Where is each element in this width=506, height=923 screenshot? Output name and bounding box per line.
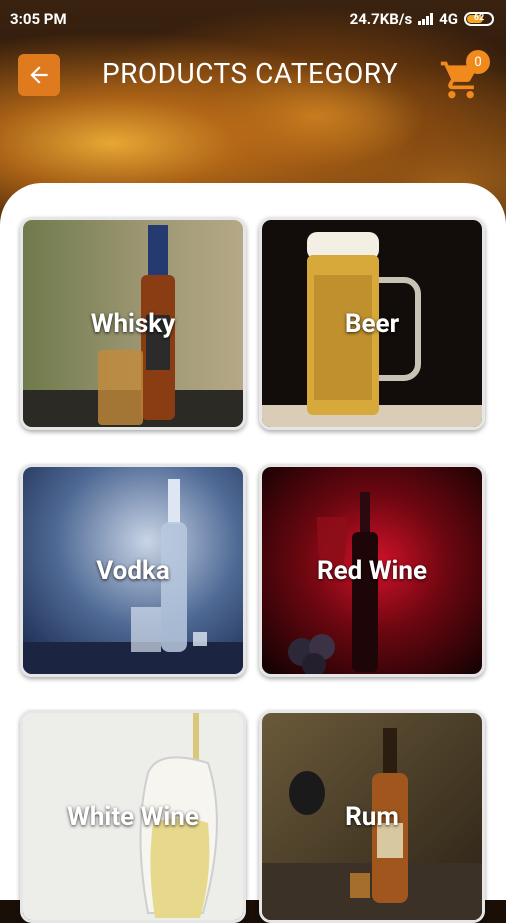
category-card-beer[interactable]: Beer — [259, 217, 485, 430]
category-card-red-wine[interactable]: Red Wine — [259, 464, 485, 677]
battery-level: 62 — [473, 13, 485, 23]
category-card-vodka[interactable]: Vodka — [20, 464, 246, 677]
status-right: 24.7KB/s 4G 62 — [350, 10, 494, 28]
category-label: Whisky — [90, 308, 176, 339]
arrow-left-icon — [30, 66, 48, 84]
category-panel: Whisky Beer Vodka Red Wine White Wine Ru… — [0, 183, 506, 923]
battery-icon: 62 — [464, 12, 494, 26]
page-title: PRODUCTS CATEGORY — [102, 57, 399, 90]
signal-icon — [418, 13, 434, 25]
category-label: Vodka — [96, 555, 170, 586]
category-label: Rum — [345, 801, 399, 832]
category-label: Red Wine — [316, 555, 428, 586]
category-label: White Wine — [67, 801, 199, 832]
category-card-white-wine[interactable]: White Wine — [20, 710, 246, 923]
category-label: Beer — [344, 308, 400, 339]
category-card-whisky[interactable]: Whisky — [20, 217, 246, 430]
network-speed: 24.7KB/s — [349, 10, 413, 28]
status-bar: 3:05 PM 24.7KB/s 4G 62 — [0, 0, 506, 36]
back-button[interactable] — [18, 54, 60, 96]
category-card-rum[interactable]: Rum — [259, 710, 485, 923]
status-time: 3:05 PM — [10, 10, 67, 28]
network-type: 4G — [439, 10, 458, 28]
cart-count-badge: 0 — [466, 50, 490, 74]
